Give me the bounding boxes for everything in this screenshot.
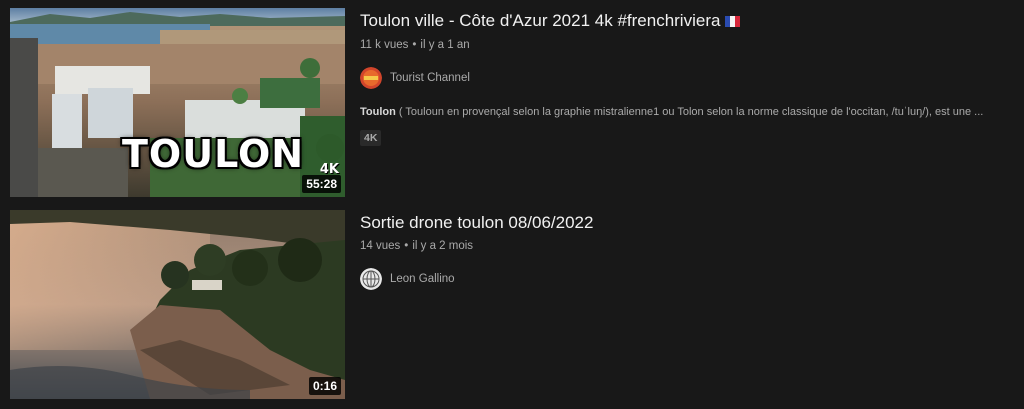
video-duration: 0:16 — [308, 377, 341, 395]
view-count: 11 k vues — [360, 39, 409, 51]
france-flag-icon — [725, 10, 741, 34]
search-results: TOULON 4K 55:28 Toulon ville - Côte d'Az… — [0, 0, 1024, 409]
video-stats: 11 k vues • il y a 1 an — [360, 39, 1010, 51]
view-count: 14 vues — [360, 240, 401, 252]
video-thumbnail[interactable]: TOULON 4K 55:28 — [10, 8, 345, 197]
globe-avatar-icon[interactable] — [360, 268, 382, 290]
quality-badge: 4K — [360, 130, 382, 146]
channel-link[interactable]: Tourist Channel — [360, 66, 1010, 90]
upload-age: il y a 2 mois — [412, 240, 474, 252]
upload-age: il y a 1 an — [420, 39, 470, 51]
channel-link[interactable]: Leon Gallino — [360, 267, 1010, 291]
description-highlight: Toulon — [360, 106, 396, 118]
video-title[interactable]: Sortie drone toulon 08/06/2022 — [360, 211, 1010, 235]
video-meta: Sortie drone toulon 08/06/2022 14 vues • i… — [360, 210, 1010, 291]
video-title-text: Sortie drone toulon 08/06/2022 — [360, 213, 594, 232]
thumbnail-title-text: TOULON — [122, 132, 305, 176]
tourist-channel-logo-icon[interactable] — [360, 67, 382, 89]
video-title[interactable]: Toulon ville - Côte d'Azur 2021 4k #fren… — [360, 9, 1010, 34]
video-title-text: Toulon ville - Côte d'Azur 2021 4k #fren… — [360, 11, 721, 30]
video-result-2: 0:16 Sortie drone toulon 08/06/2022 14 v… — [10, 210, 1014, 400]
video-duration: 55:28 — [302, 175, 341, 193]
separator-dot: • — [404, 240, 409, 252]
video-stats: 14 vues • il y a 2 mois — [360, 240, 1010, 252]
channel-name[interactable]: Leon Gallino — [390, 273, 455, 285]
separator-dot: • — [412, 39, 417, 51]
video-description-snippet: Toulon ( Touloun en provençal selon la g… — [360, 106, 1010, 118]
video-meta: Toulon ville - Côte d'Azur 2021 4k #fren… — [360, 8, 1010, 146]
video-result-1: TOULON 4K 55:28 Toulon ville - Côte d'Az… — [10, 8, 1014, 198]
coastal-cliff-thumbnail-image — [10, 210, 345, 399]
channel-name[interactable]: Tourist Channel — [390, 72, 470, 84]
video-thumbnail[interactable]: 0:16 — [10, 210, 345, 399]
description-text: ( Touloun en provençal selon la graphie … — [395, 106, 984, 118]
